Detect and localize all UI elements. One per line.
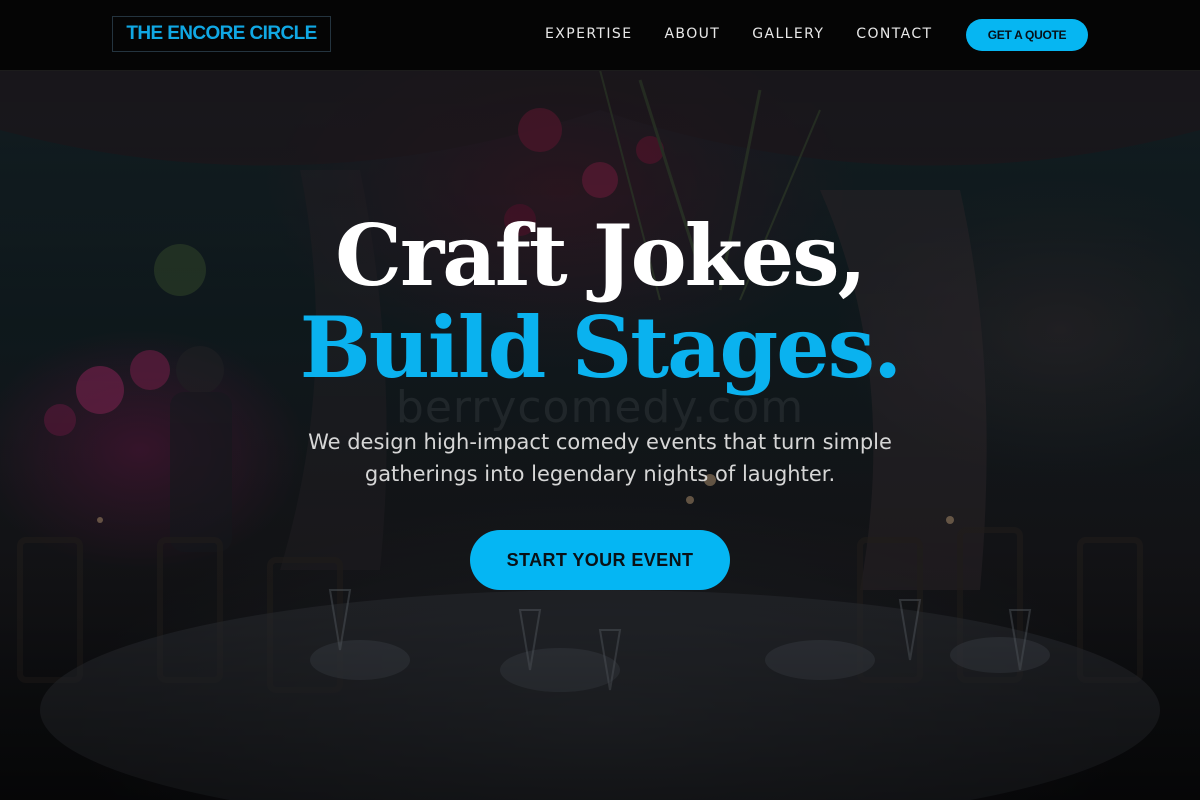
nav-item-gallery[interactable]: GALLERY — [752, 24, 824, 44]
site-logo[interactable]: THE ENCORE CIRCLE — [112, 16, 331, 52]
site-header: THE ENCORE CIRCLE EXPERTISE ABOUT GALLER… — [0, 0, 1200, 71]
start-your-event-button[interactable]: START YOUR EVENT — [470, 530, 730, 590]
nav-item-about[interactable]: ABOUT — [664, 24, 720, 44]
hero-subtitle: We design high-impact comedy events that… — [308, 430, 892, 486]
headline-line-2: Build Stages. — [299, 298, 902, 397]
nav-item-expertise[interactable]: EXPERTISE — [545, 24, 632, 44]
landing-page: THE ENCORE CIRCLE EXPERTISE ABOUT GALLER… — [0, 0, 1200, 800]
hero-headline: Craft Jokes, Build Stages. — [0, 210, 1200, 394]
nav-item-contact[interactable]: CONTACT — [856, 24, 932, 44]
hero-section: Craft Jokes, Build Stages. berrycomedy.c… — [0, 70, 1200, 800]
headline-line-1: Craft Jokes, — [335, 206, 867, 305]
get-a-quote-button[interactable]: GET A QUOTE — [966, 19, 1088, 51]
main-nav: EXPERTISE ABOUT GALLERY CONTACT — [545, 24, 964, 44]
